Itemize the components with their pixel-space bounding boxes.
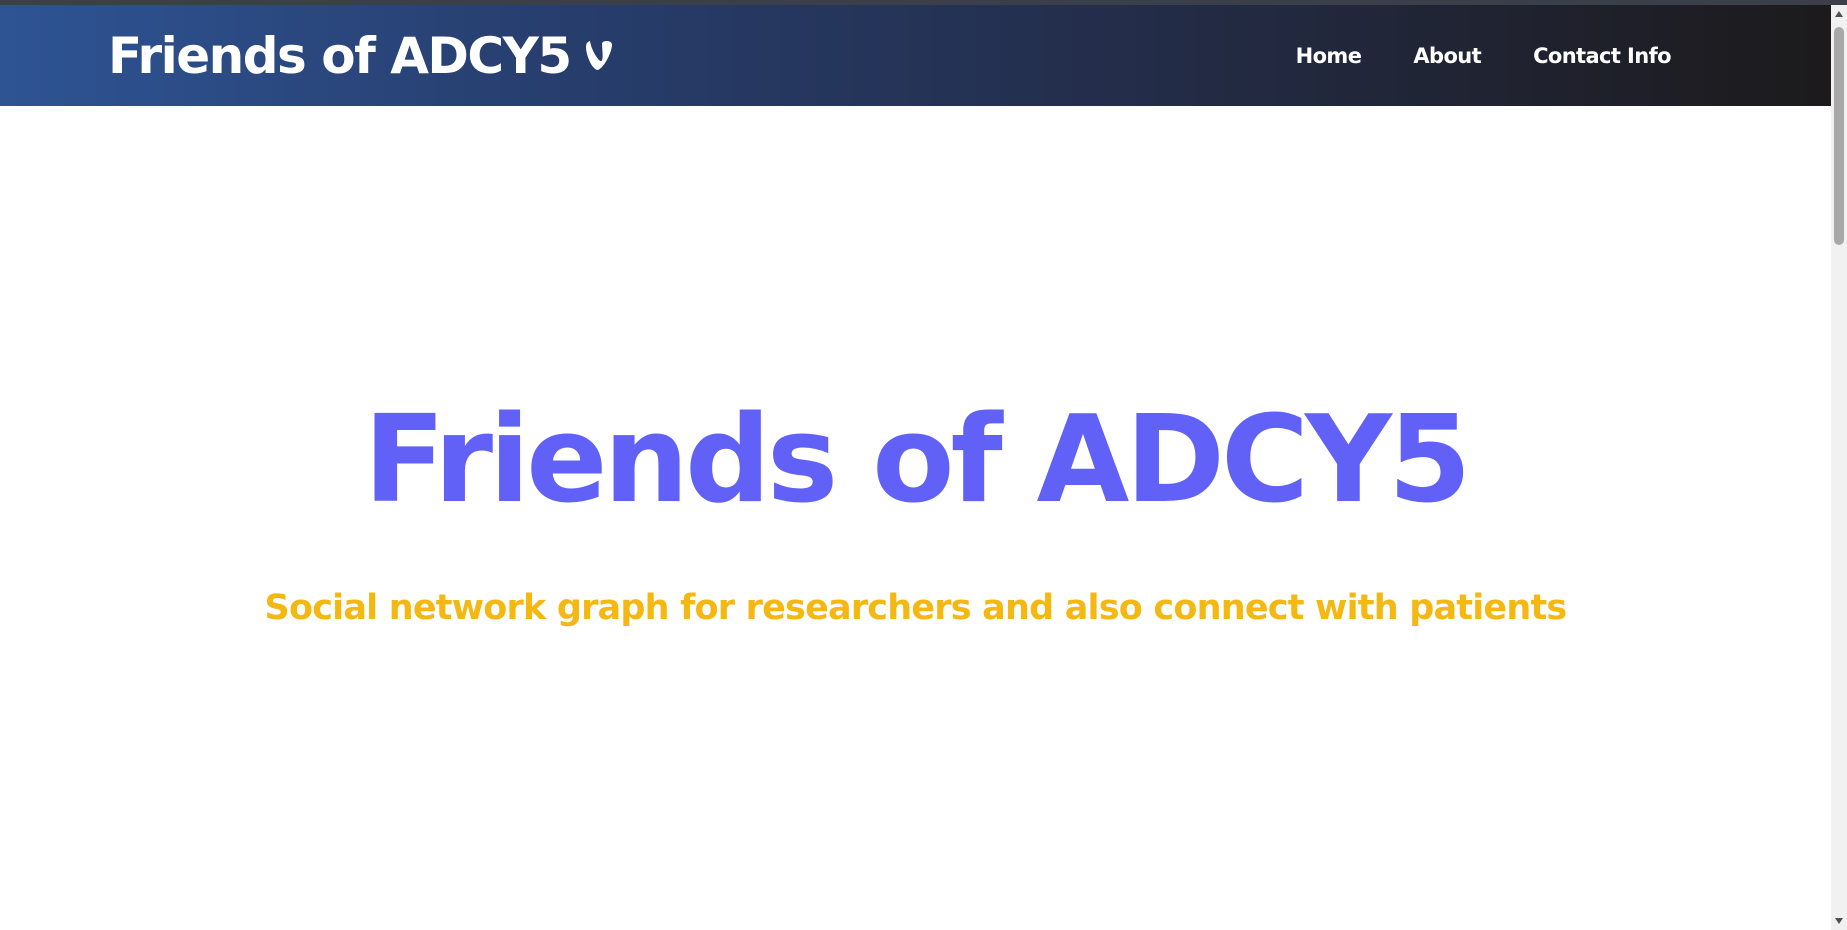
typo3-icon	[583, 39, 615, 73]
hero-section: Friends of ADCY5 Social network graph fo…	[0, 106, 1831, 930]
nav-home-link[interactable]: Home	[1296, 44, 1362, 68]
brand-link[interactable]: Friends of ADCY5	[108, 25, 615, 87]
scroll-up-arrow-icon[interactable]	[1835, 11, 1843, 17]
nav-contact-info-link[interactable]: Contact Info	[1533, 44, 1672, 68]
vertical-scrollbar[interactable]	[1831, 5, 1847, 930]
nav-about-link[interactable]: About	[1413, 44, 1481, 68]
scrollbar-thumb[interactable]	[1834, 27, 1844, 245]
top-navbar: Friends of ADCY5 Home About Contact Info	[0, 5, 1831, 106]
brand-title: Friends of ADCY5	[108, 27, 572, 85]
hero-title: Friends of ADCY5	[363, 391, 1472, 530]
hero-subtitle: Social network graph for researchers and…	[264, 588, 1568, 628]
main-nav: Home About Contact Info	[1244, 5, 1672, 106]
scroll-down-arrow-icon[interactable]	[1835, 918, 1843, 924]
